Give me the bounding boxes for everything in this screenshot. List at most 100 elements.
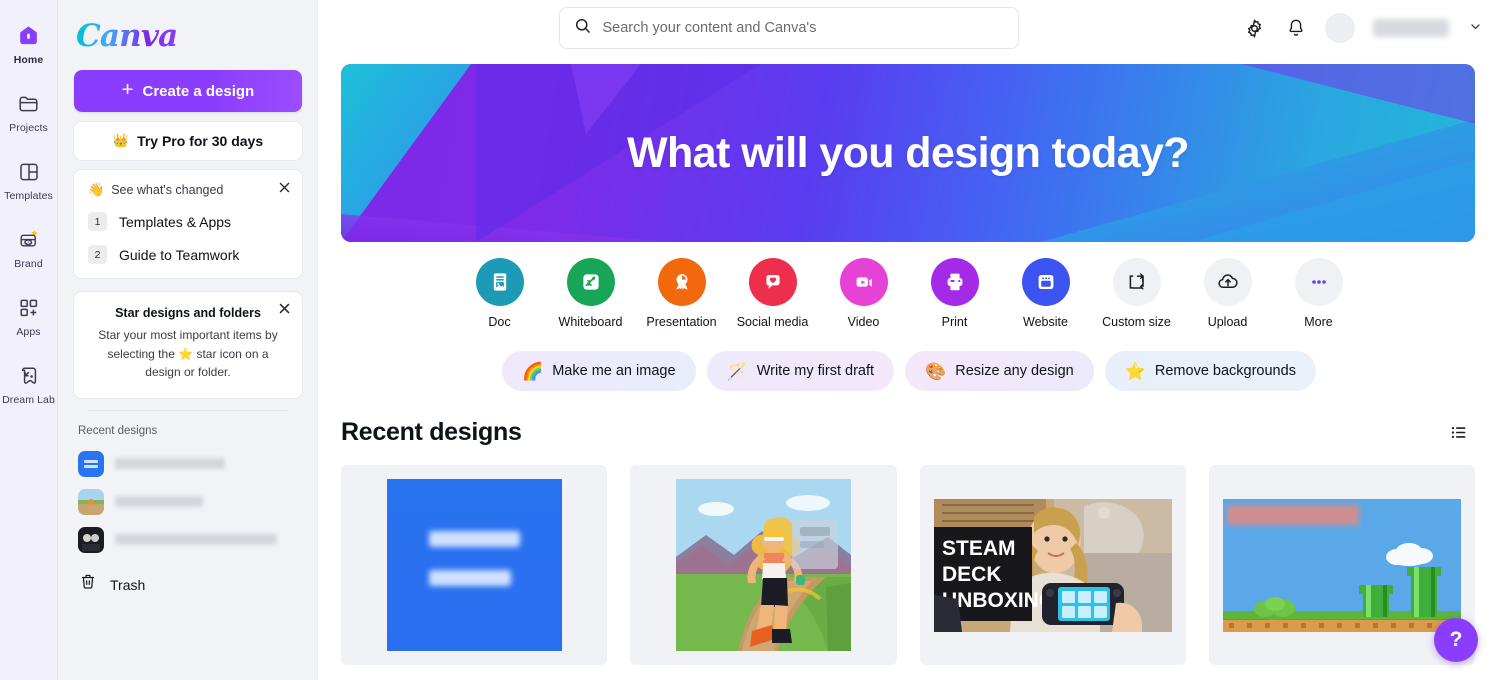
category-upload[interactable]: Upload <box>1182 258 1273 329</box>
doc-icon <box>475 258 524 306</box>
changes-item-1[interactable]: 1 Templates & Apps <box>88 212 288 231</box>
rainbow-icon: 🌈 <box>522 361 544 381</box>
star-icon: ⭐ <box>1124 361 1146 381</box>
runner-art <box>675 479 851 651</box>
blurred-text-line <box>428 570 511 587</box>
presentation-icon <box>657 258 706 306</box>
see-whats-changed-header: 👋 See what's changed <box>88 182 288 198</box>
rail-item-templates[interactable]: Templates <box>0 146 58 214</box>
rail-label-apps: Apps <box>16 325 41 338</box>
category-label: Video <box>847 315 880 329</box>
create-a-design-button[interactable]: + Create a design <box>74 70 302 112</box>
templates-icon <box>16 159 42 185</box>
canva-logo: Canva <box>76 17 178 54</box>
left-nav-rail: Home Projects Templates CO Brand Apps Dr… <box>0 0 58 680</box>
pill-label: Make me an image <box>552 363 676 379</box>
print-icon <box>930 258 979 306</box>
design-card[interactable] <box>630 465 897 665</box>
sidebar: Canva + Create a design 👑 Try Pro for 30… <box>58 0 318 680</box>
home-icon <box>16 23 42 49</box>
main-content: Search your content and Canva's What wil… <box>318 0 1500 680</box>
category-label: Print <box>941 315 968 329</box>
pill-label: Remove backgrounds <box>1154 363 1296 379</box>
category-website[interactable]: Website <box>1000 258 1091 329</box>
blurred-text-line <box>428 530 520 547</box>
hero-title: What will you design today? <box>627 128 1190 177</box>
list-view-icon[interactable] <box>1441 415 1475 449</box>
category-label: Custom size <box>1102 315 1171 329</box>
sidebar-divider <box>87 409 288 411</box>
design-thumbnail <box>78 488 104 515</box>
design-card[interactable]: STEAM DECK UNBOXING <box>919 465 1186 665</box>
steam-deck-art: STEAM DECK UNBOXING <box>933 498 1172 632</box>
design-card[interactable] <box>341 465 608 665</box>
pill-label: Resize any design <box>955 363 1074 379</box>
trash-label: Trash <box>110 576 146 593</box>
list-item[interactable] <box>74 521 301 559</box>
try-pro-button[interactable]: 👑 Try Pro for 30 days <box>74 122 302 160</box>
username-redacted <box>1373 19 1449 37</box>
rail-item-dream-lab[interactable]: Dream Lab <box>0 350 58 418</box>
category-label: Doc <box>488 315 511 329</box>
list-item[interactable] <box>74 445 301 483</box>
avatar[interactable] <box>1325 13 1355 43</box>
category-print[interactable]: Print <box>909 258 1000 329</box>
bell-icon[interactable] <box>1283 15 1309 41</box>
gear-icon[interactable] <box>1241 15 1267 41</box>
category-presentation[interactable]: Presentation <box>636 258 727 329</box>
list-item[interactable] <box>74 483 301 521</box>
search-icon <box>574 17 592 40</box>
rail-item-home[interactable]: Home <box>0 10 58 78</box>
rail-label-templates: Templates <box>4 189 53 202</box>
help-button[interactable]: ? <box>1434 618 1478 662</box>
changes-item-2[interactable]: 2 Guide to Teamwork <box>88 245 288 264</box>
pill-write-my-first-draft[interactable]: 🪄 Write my first draft <box>706 351 895 391</box>
chevron-down-icon[interactable] <box>1469 20 1482 36</box>
upload-icon <box>1203 258 1252 306</box>
svg-text:CO: CO <box>24 239 31 244</box>
try-pro-label: Try Pro for 30 days <box>137 133 264 149</box>
search-placeholder: Search your content and Canva's <box>602 20 817 36</box>
category-more[interactable]: More <box>1273 258 1364 329</box>
apps-icon <box>16 295 42 321</box>
recent-designs-grid: STEAM DECK UNBOXING <box>341 465 1475 665</box>
category-label: More <box>1304 315 1333 329</box>
pipe-tall <box>1406 566 1441 617</box>
hero-banner: What will you design today? <box>341 64 1475 242</box>
star-designs-tip-card: Star designs and folders Star your most … <box>74 292 302 398</box>
sidebar-recent-designs-title: Recent designs <box>78 424 158 437</box>
rail-item-apps[interactable]: Apps <box>0 282 58 350</box>
brand-icon: CO <box>16 227 42 253</box>
see-whats-changed-panel: 👋 See what's changed 1 Templates & Apps … <box>74 170 302 278</box>
design-type-row: Doc Whiteboard Presentation Social media <box>318 258 1500 329</box>
design-name-redacted <box>115 534 277 546</box>
pill-resize-any-design[interactable]: 🎨 Resize any design <box>905 351 1094 391</box>
pill-make-me-an-image[interactable]: 🌈 Make me an image <box>502 351 696 391</box>
steam-deck-thumbnail: STEAM DECK UNBOXING <box>933 498 1172 632</box>
mario-game-thumbnail <box>1222 498 1461 632</box>
custom-size-icon <box>1112 258 1161 306</box>
search-wrapper: Search your content and Canva's <box>336 7 1241 49</box>
rail-label-dream-lab: Dream Lab <box>2 393 55 406</box>
help-icon: ? <box>1449 628 1463 651</box>
social-media-icon <box>748 258 797 306</box>
sidebar-item-trash[interactable]: Trash <box>74 565 301 605</box>
close-icon[interactable] <box>278 302 291 319</box>
canva-logo-wrap[interactable]: Canva <box>74 14 301 58</box>
pill-remove-backgrounds[interactable]: ⭐ Remove backgrounds <box>1104 351 1316 391</box>
category-custom-size[interactable]: Custom size <box>1091 258 1182 329</box>
search-input[interactable]: Search your content and Canva's <box>558 7 1019 49</box>
category-video[interactable]: Video <box>818 258 909 329</box>
design-name-redacted <box>115 496 203 508</box>
category-social-media[interactable]: Social media <box>727 258 818 329</box>
ai-suggestion-pills: 🌈 Make me an image 🪄 Write my first draf… <box>318 351 1500 391</box>
rail-item-brand[interactable]: CO Brand <box>0 214 58 282</box>
category-doc[interactable]: Doc <box>454 258 545 329</box>
category-whiteboard[interactable]: Whiteboard <box>545 258 636 329</box>
whiteboard-icon <box>566 258 615 306</box>
crown-icon: 👑 <box>112 133 130 148</box>
page-title: Recent designs <box>341 417 522 446</box>
rail-item-projects[interactable]: Projects <box>0 78 58 146</box>
rail-label-brand: Brand <box>14 257 43 270</box>
close-icon[interactable] <box>276 181 292 197</box>
